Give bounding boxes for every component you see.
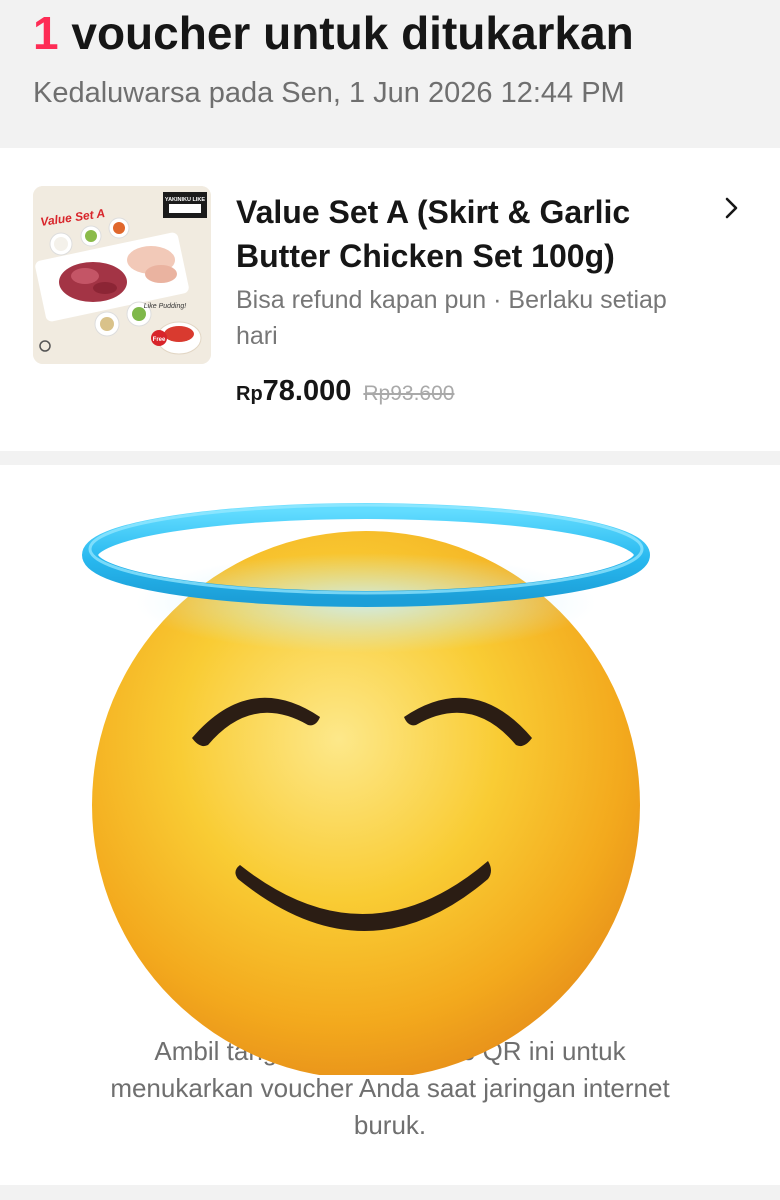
product-name-line: Value Set A (Skirt & Garlic (236, 194, 631, 230)
current-price: 78.000 (262, 375, 352, 407)
price-currency: Rp (236, 383, 263, 405)
price-row: Rp78.000 Rp93.600 (236, 376, 454, 411)
thumb-promo-text: Like Pudding! (144, 303, 186, 310)
page-title-text: voucher untuk ditukarkan (71, 7, 634, 59)
product-name-line: Butter Chicken Set 100g) (236, 238, 615, 274)
qr-tip-line: menukarkan voucher Anda saat jaringan in… (110, 1073, 670, 1103)
thumb-brand-text: YAKINIKU LIKE (165, 197, 205, 203)
product-terms-line: hari (236, 322, 278, 350)
smiling-face-with-halo-icon (82, 503, 650, 1075)
product-thumbnail: YAKINIKU LIKE Value Set A Like Pudding! … (33, 186, 211, 364)
page-title: 1 voucher untuk ditukarkan (33, 6, 634, 60)
voucher-page: 1 voucher untuk ditukarkan Kedaluwarsa p… (0, 0, 780, 1200)
voucher-card[interactable]: YAKINIKU LIKE Value Set A Like Pudding! … (0, 148, 780, 451)
product-terms-line: Bisa refund kapan pun · Berlaku setiap (236, 286, 667, 314)
original-price: Rp93.600 (363, 382, 455, 405)
chevron-right-icon[interactable] (720, 196, 744, 220)
voucher-header: 1 voucher untuk ditukarkan Kedaluwarsa p… (0, 0, 780, 140)
voucher-count: 1 (33, 7, 59, 59)
thumb-free-text: Free (153, 337, 166, 343)
qr-code-section: Ambil tangkapan layar kode QR ini untuk … (0, 465, 780, 1185)
qr-tip-line: buruk. (353, 1110, 427, 1140)
expiry-text: Kedaluwarsa pada Sen, 1 Jun 2026 12:44 P… (33, 77, 625, 109)
product-name: Value Set A (Skirt & Garlic Butter Chick… (236, 190, 706, 278)
product-terms: Bisa refund kapan pun · Berlaku setiap h… (236, 282, 746, 354)
